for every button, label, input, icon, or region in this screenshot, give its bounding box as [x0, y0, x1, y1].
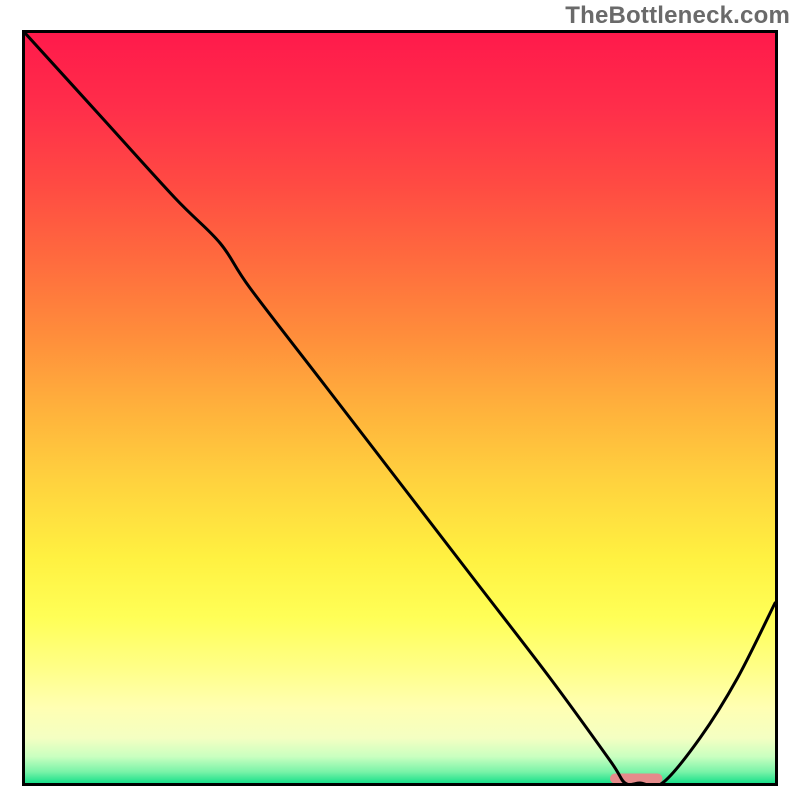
gradient-background	[25, 33, 775, 783]
chart-plot-area	[22, 30, 778, 786]
chart-frame: TheBottleneck.com	[0, 0, 800, 800]
chart-svg	[25, 33, 775, 783]
watermark-text: TheBottleneck.com	[565, 2, 790, 30]
